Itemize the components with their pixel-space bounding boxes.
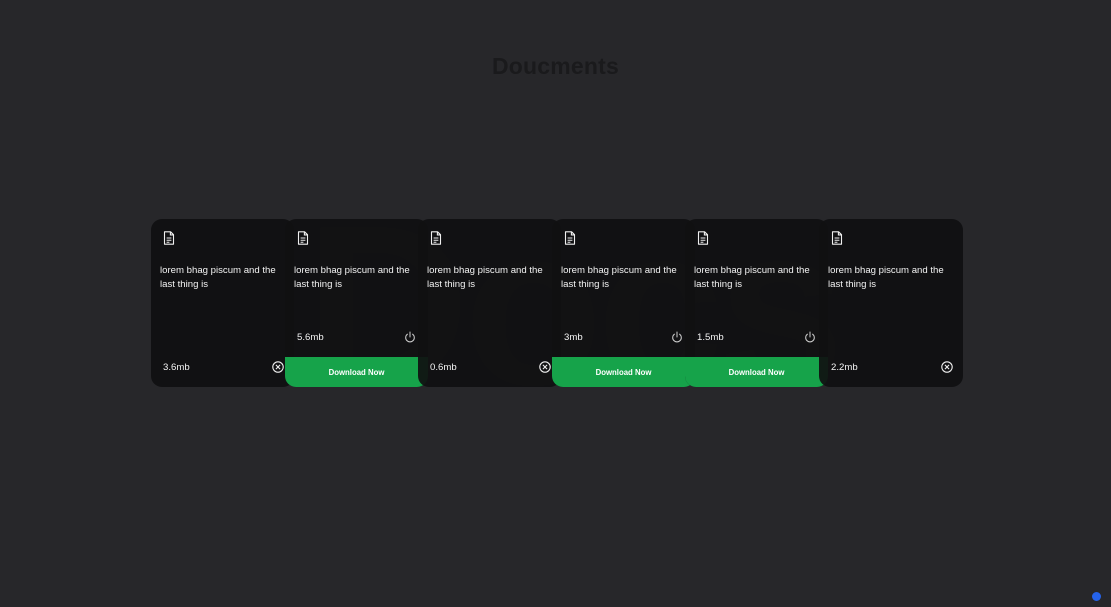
document-icon: [697, 231, 709, 245]
document-icon: [831, 231, 843, 245]
close-icon[interactable]: [272, 361, 284, 373]
document-card: lorem bhag piscum and the last thing is …: [552, 219, 695, 387]
document-cards: lorem bhag piscum and the last thing is …: [151, 219, 963, 387]
power-icon[interactable]: [804, 331, 816, 343]
power-icon[interactable]: [671, 331, 683, 343]
file-size: 0.6mb: [430, 362, 457, 373]
document-card: lorem bhag piscum and the last thing is …: [151, 219, 294, 387]
file-size: 3mb: [564, 332, 583, 343]
file-size: 2.2mb: [831, 362, 858, 373]
floating-indicator-dot[interactable]: [1092, 592, 1101, 601]
page-title: Doucments: [491, 53, 620, 79]
documents-page: Doucments Docs lorem bhag piscum and the…: [0, 0, 1111, 607]
document-icon: [564, 231, 576, 245]
document-description: lorem bhag piscum and the last thing is: [561, 265, 677, 290]
document-description: lorem bhag piscum and the last thing is: [828, 265, 944, 290]
document-card: lorem bhag piscum and the last thing is …: [418, 219, 561, 387]
document-card: lorem bhag piscum and the last thing is …: [285, 219, 428, 387]
document-description: lorem bhag piscum and the last thing is: [160, 265, 276, 290]
document-description: lorem bhag piscum and the last thing is: [694, 265, 810, 290]
document-icon: [297, 231, 309, 245]
close-icon[interactable]: [539, 361, 551, 373]
file-size: 5.6mb: [297, 332, 324, 343]
download-now-button[interactable]: Download Now: [552, 357, 695, 387]
download-now-button[interactable]: Download Now: [285, 357, 428, 387]
file-size: 3.6mb: [163, 362, 190, 373]
close-icon[interactable]: [941, 361, 953, 373]
document-card: lorem bhag piscum and the last thing is …: [685, 219, 828, 387]
document-icon: [430, 231, 442, 245]
document-card: lorem bhag piscum and the last thing is …: [819, 219, 963, 387]
file-size: 1.5mb: [697, 332, 724, 343]
document-icon: [163, 231, 175, 245]
document-description: lorem bhag piscum and the last thing is: [427, 265, 543, 290]
document-description: lorem bhag piscum and the last thing is: [294, 265, 410, 290]
download-now-button[interactable]: Download Now: [685, 357, 828, 387]
power-icon[interactable]: [404, 331, 416, 343]
